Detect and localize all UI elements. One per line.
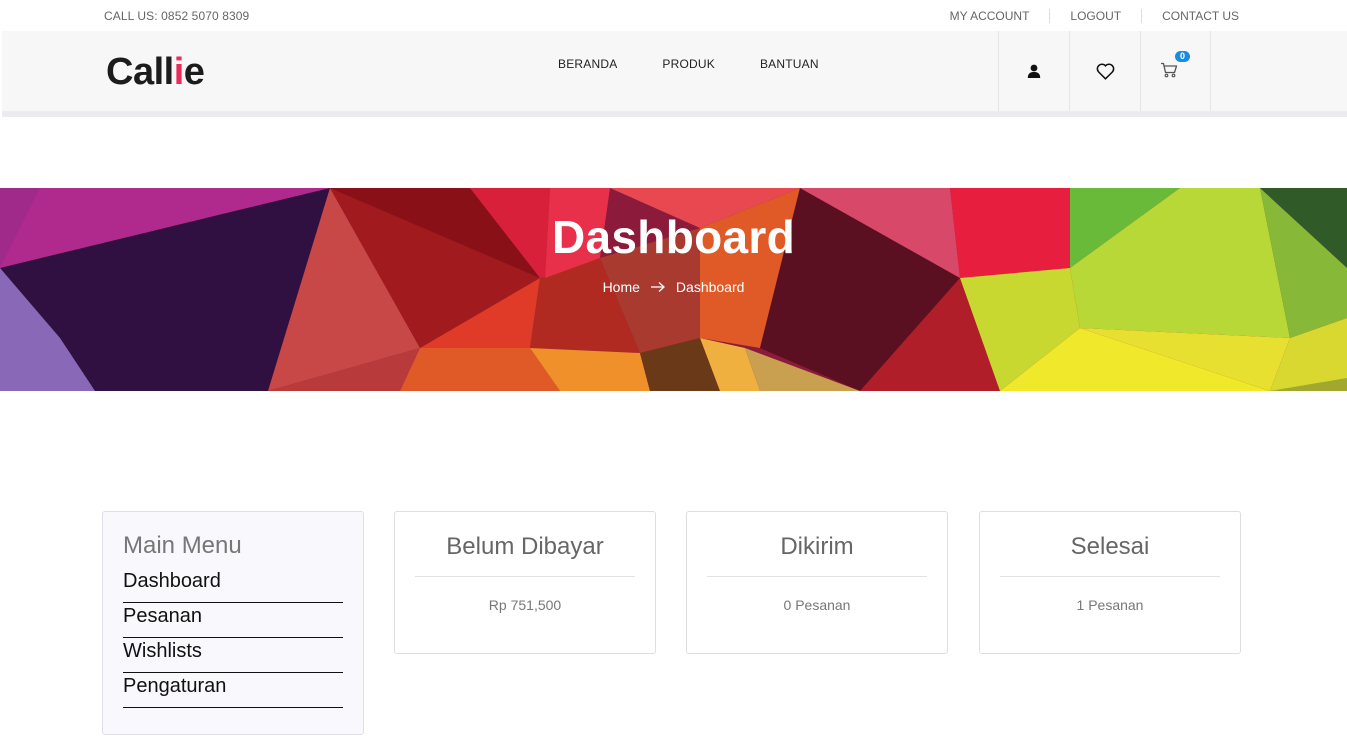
logo-text-2: e xyxy=(183,51,205,93)
nav-bantuan[interactable]: BANTUAN xyxy=(760,57,819,71)
arrow-right-icon xyxy=(650,282,665,292)
sidebar-title: Main Menu xyxy=(123,532,242,559)
sidebar-item-pengaturan[interactable]: Pengaturan xyxy=(123,673,343,708)
sidebar-item-dashboard[interactable]: Dashboard xyxy=(123,568,343,603)
breadcrumb-home[interactable]: Home xyxy=(603,279,640,295)
header-icons: 0 xyxy=(998,31,1211,111)
sidebar-item-label: Pengaturan xyxy=(123,675,227,697)
hero-title: Dashboard xyxy=(552,211,795,263)
logo-text-accent: i xyxy=(173,51,185,93)
logo[interactable]: Callie xyxy=(106,51,205,94)
card-divider xyxy=(415,576,635,577)
cart-icon xyxy=(1160,62,1177,78)
nav-beranda[interactable]: BERANDA xyxy=(558,57,617,71)
cart-count-badge: 0 xyxy=(1175,51,1190,62)
contact-us-link[interactable]: CONTACT US xyxy=(1141,8,1239,23)
sidebar-main-menu: Main Menu Dashboard Pesanan Wishlists Pe… xyxy=(102,511,364,735)
breadcrumb-current: Dashboard xyxy=(675,279,745,295)
card-title: Selesai xyxy=(1070,533,1150,560)
card-dikirim: Dikirim 0 Pesanan xyxy=(686,511,948,654)
card-value: 0 Pesanan xyxy=(783,597,851,613)
account-button[interactable] xyxy=(998,31,1069,111)
sidebar-item-label: Pesanan xyxy=(123,605,202,627)
card-selesai: Selesai 1 Pesanan xyxy=(979,511,1241,654)
top-bar: CALL US: 0852 5070 8309 MY ACCOUNT LOGOU… xyxy=(0,0,1347,31)
sidebar-item-label: Wishlists xyxy=(123,640,202,662)
main-nav: BERANDA PRODUK BANTUAN xyxy=(558,57,864,71)
user-icon xyxy=(1027,64,1041,78)
card-value: Rp 751,500 xyxy=(488,597,562,613)
sidebar-item-pesanan[interactable]: Pesanan xyxy=(123,603,343,638)
card-title: Dikirim xyxy=(780,533,854,560)
card-divider xyxy=(707,576,927,577)
nav-produk[interactable]: PRODUK xyxy=(662,57,715,71)
cart-button[interactable]: 0 xyxy=(1140,31,1211,111)
top-links: MY ACCOUNT LOGOUT CONTACT US xyxy=(930,0,1239,31)
hero-banner: Dashboard Home Dashboard xyxy=(0,188,1347,391)
card-value: 1 Pesanan xyxy=(1076,597,1144,613)
my-account-link[interactable]: MY ACCOUNT xyxy=(930,9,1050,23)
sidebar-item-label: Dashboard xyxy=(123,570,221,592)
breadcrumb: Home Dashboard xyxy=(0,279,1347,295)
wishlist-button[interactable] xyxy=(1069,31,1140,111)
card-title: Belum Dibayar xyxy=(446,533,604,560)
card-belum-dibayar: Belum Dibayar Rp 751,500 xyxy=(394,511,656,654)
card-divider xyxy=(1000,576,1220,577)
logout-link[interactable]: LOGOUT xyxy=(1049,8,1141,23)
call-us-text: CALL US: 0852 5070 8309 xyxy=(104,9,250,23)
sidebar-item-wishlists[interactable]: Wishlists xyxy=(123,638,343,673)
sidebar-menu: Dashboard Pesanan Wishlists Pengaturan xyxy=(123,568,343,708)
main-header: Callie BERANDA PRODUK BANTUAN 0 xyxy=(2,31,1347,111)
heart-icon xyxy=(1096,62,1114,80)
header-divider xyxy=(2,111,1347,117)
logo-text-1: Call xyxy=(106,51,174,93)
